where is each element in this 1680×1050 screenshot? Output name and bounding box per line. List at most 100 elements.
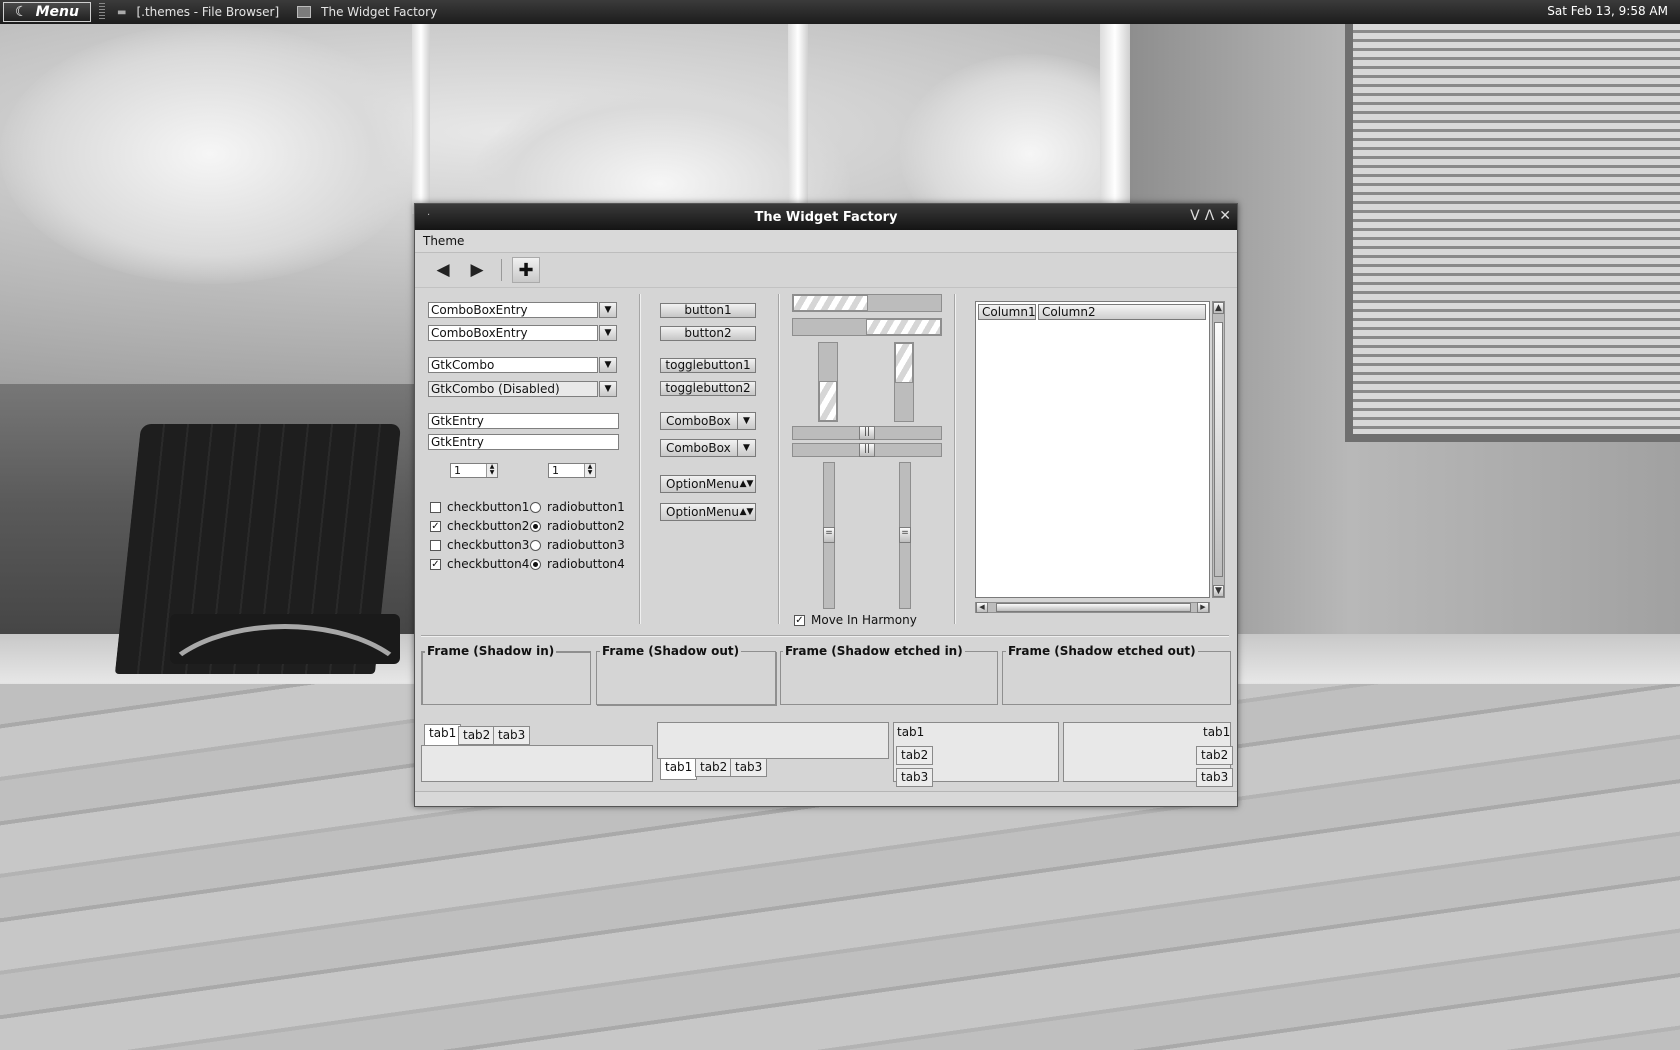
checkbox-label: checkbutton1 — [447, 500, 530, 514]
gtkcombo-disabled-field: GtkCombo (Disabled) — [428, 381, 598, 397]
frame-shadow-etched-in — [780, 651, 998, 705]
gtkcombo-field[interactable]: GtkCombo — [428, 357, 598, 373]
scale-slider-handle[interactable]: || — [859, 443, 875, 457]
gtkentry-field[interactable]: GtkEntry — [428, 434, 619, 450]
tab[interactable]: tab3 — [896, 768, 934, 787]
wallpaper-pillar — [412, 24, 430, 214]
spin-button[interactable]: 1 ▲ ▼ — [450, 463, 498, 478]
radio-button[interactable] — [530, 540, 541, 551]
tab[interactable]: tab3 — [1196, 768, 1234, 787]
scroll-left-icon[interactable]: ◀ — [976, 602, 988, 613]
radio-label: radiobutton1 — [547, 500, 625, 514]
scale-slider-handle[interactable]: || — [859, 426, 875, 440]
menu-label: Menu — [35, 4, 79, 20]
frame-label: Frame (Shadow out) — [600, 644, 742, 658]
back-arrow-icon[interactable]: ◀ — [429, 258, 457, 282]
vertical-scrollbar[interactable]: ▲ ▼ — [1212, 301, 1225, 598]
chevron-down-icon[interactable]: ▼ — [737, 440, 755, 456]
scale-slider-handle[interactable]: = — [899, 527, 911, 543]
gtkentry-field[interactable]: GtkEntry — [428, 413, 619, 429]
column-header[interactable]: Column1 — [978, 304, 1036, 320]
clock[interactable]: Sat Feb 13, 9:58 AM — [1547, 4, 1668, 18]
button2[interactable]: button2 — [660, 326, 756, 341]
scale-vertical[interactable]: = — [823, 462, 835, 609]
optionmenu[interactable]: OptionMenu ▲▼ — [660, 475, 756, 493]
column-separator — [954, 294, 956, 624]
radio-label: radiobutton2 — [547, 519, 625, 533]
tab[interactable]: tab2 — [458, 726, 496, 745]
tab[interactable]: tab2 — [695, 758, 733, 777]
taskbar-item-widget-factory[interactable]: The Widget Factory — [297, 5, 437, 19]
notebook-pane — [421, 745, 653, 782]
togglebutton1[interactable]: togglebutton1 — [660, 358, 756, 373]
minimize-icon[interactable]: V — [1190, 208, 1200, 224]
combobox-label: ComboBox — [666, 414, 731, 428]
task-label: [.themes - File Browser] — [136, 5, 280, 19]
spin-value: 1 — [454, 464, 461, 477]
close-icon[interactable]: ✕ — [1219, 208, 1231, 224]
scroll-right-icon[interactable]: ▶ — [1197, 602, 1209, 613]
window-controls: V Λ ✕ — [1190, 208, 1231, 224]
optionmenu[interactable]: OptionMenu ▲▼ — [660, 503, 756, 521]
chevron-down-icon[interactable]: ▼ — [599, 302, 617, 318]
tab[interactable]: tab1 — [893, 724, 928, 743]
tab[interactable]: tab1 — [660, 758, 698, 780]
add-icon[interactable]: ✚ — [512, 257, 540, 283]
optionmenu-label: OptionMenu — [666, 505, 739, 519]
scale-horizontal[interactable]: || — [792, 443, 942, 457]
progress-fill — [866, 319, 941, 335]
forward-arrow-icon[interactable]: ▶ — [463, 258, 491, 282]
spin-arrows-icon[interactable]: ▲ ▼ — [486, 464, 497, 477]
chevron-down-icon[interactable]: ▼ — [599, 357, 617, 373]
scroll-up-icon[interactable]: ▲ — [1213, 302, 1224, 314]
comboboxentry-field[interactable]: ComboBoxEntry — [428, 325, 598, 341]
togglebutton2[interactable]: togglebutton2 — [660, 381, 756, 396]
tab[interactable]: tab1 — [424, 724, 462, 746]
checkbox-label: checkbutton4 — [447, 557, 530, 571]
button1[interactable]: button1 — [660, 303, 756, 318]
checkbox[interactable]: ✓ — [430, 521, 441, 532]
spin-arrows-icon[interactable]: ▲ ▼ — [584, 464, 595, 477]
tab[interactable]: tab3 — [730, 758, 768, 777]
radio-button[interactable] — [530, 559, 541, 570]
checkbox[interactable] — [430, 540, 441, 551]
tab[interactable]: tab2 — [896, 746, 934, 765]
horizontal-scrollbar[interactable]: ◀ ▶ — [975, 602, 1210, 613]
scale-vertical[interactable]: = — [899, 462, 911, 609]
scrollbar-thumb[interactable] — [996, 603, 1191, 612]
checkbox-label: checkbutton2 — [447, 519, 530, 533]
scale-horizontal[interactable]: || — [792, 426, 942, 440]
chevron-down-icon[interactable]: ▼ — [599, 325, 617, 341]
scale-slider-handle[interactable]: = — [823, 527, 835, 543]
panel-grip[interactable] — [99, 3, 105, 21]
tab[interactable]: tab2 — [1196, 746, 1234, 765]
chevron-down-icon[interactable]: ▼ — [737, 413, 755, 429]
tab[interactable]: tab1 — [1199, 724, 1234, 743]
column-header[interactable]: Column2 — [1038, 304, 1206, 320]
radio-button[interactable] — [530, 521, 541, 532]
harmony-checkbox[interactable]: ✓ — [794, 615, 805, 626]
menu-button[interactable]: ☾ Menu — [3, 2, 91, 22]
tree-view[interactable]: Column1 Column2 — [975, 301, 1210, 598]
tab[interactable]: tab3 — [493, 726, 531, 745]
radio-button[interactable] — [530, 502, 541, 513]
wallpaper-cloud — [0, 24, 420, 284]
comboboxentry-field[interactable]: ComboBoxEntry — [428, 302, 598, 318]
taskbar-item-file-browser[interactable]: ▬ [.themes - File Browser] — [117, 5, 279, 19]
menu-theme[interactable]: Theme — [423, 234, 464, 248]
checkbox[interactable]: ✓ — [430, 559, 441, 570]
scrollbar-thumb[interactable] — [1214, 322, 1223, 577]
checkbox-label: checkbutton3 — [447, 538, 530, 552]
wallpaper-pillar — [788, 24, 808, 214]
combobox[interactable]: ComboBox ▼ — [660, 439, 756, 457]
frame-shadow-out — [596, 651, 776, 705]
combobox[interactable]: ComboBox ▼ — [660, 412, 756, 430]
scroll-down-icon[interactable]: ▼ — [1213, 585, 1224, 597]
spin-button[interactable]: 1 ▲ ▼ — [548, 463, 596, 478]
radio-label: radiobutton4 — [547, 557, 625, 571]
menu-bar: Theme — [415, 230, 1237, 253]
title-bar[interactable]: · The Widget Factory V Λ ✕ — [415, 204, 1237, 230]
checkbox[interactable] — [430, 502, 441, 513]
column-separator — [778, 294, 780, 624]
maximize-icon[interactable]: Λ — [1205, 208, 1215, 224]
